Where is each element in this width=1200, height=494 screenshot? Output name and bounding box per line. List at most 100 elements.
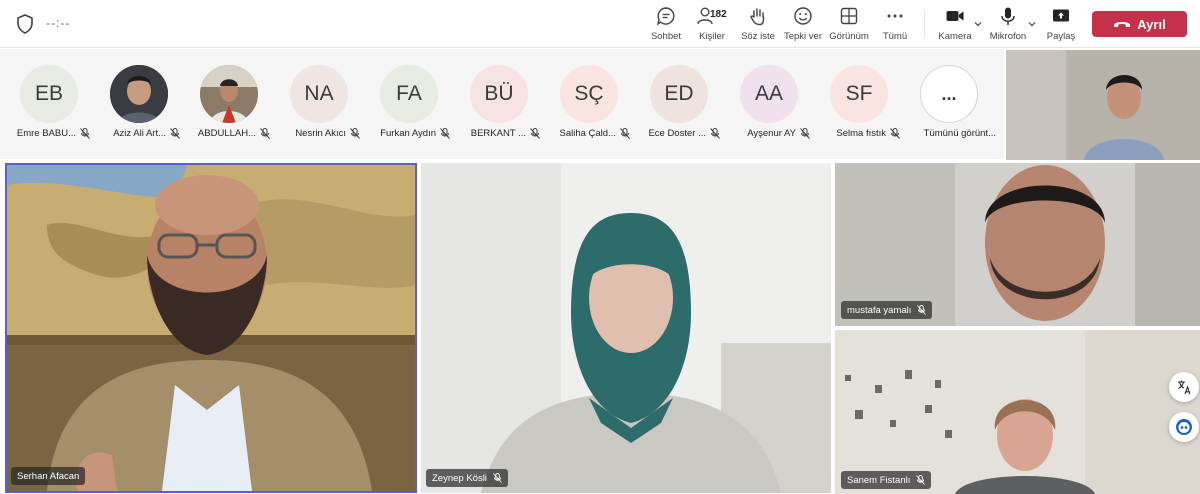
mic-off-icon bbox=[260, 128, 270, 139]
avatar: AA bbox=[740, 65, 798, 123]
participant-item[interactable]: ED Ece Doster ... bbox=[634, 63, 724, 153]
translate-icon bbox=[1178, 380, 1191, 395]
mic-off-icon bbox=[800, 128, 810, 139]
participants-strip: EB Emre BABU... Aziz Ali Art... ABDULLAH… bbox=[0, 49, 1004, 159]
assistant-bot-icon bbox=[1176, 419, 1192, 435]
mic-off-icon bbox=[80, 128, 90, 139]
chat-label: Sohbet bbox=[650, 31, 682, 42]
view-label: Görünüm bbox=[829, 31, 869, 42]
participant-name: ABDULLAH... bbox=[197, 128, 256, 139]
participant-item[interactable]: BÜ BERKANT ... bbox=[454, 63, 544, 153]
hang-up-icon bbox=[1114, 22, 1131, 27]
participant-name: Saliha Çald... bbox=[559, 128, 616, 139]
participant-item[interactable]: SÇ Saliha Çald... bbox=[544, 63, 634, 153]
avatar: EB bbox=[20, 65, 78, 123]
microphone-icon bbox=[1001, 7, 1015, 25]
mic-off-icon bbox=[916, 475, 926, 485]
participant-name: Furkan Aydın bbox=[380, 128, 436, 139]
view-all-label: Tümünü görünt... bbox=[923, 128, 996, 139]
share-screen-icon bbox=[1053, 9, 1069, 22]
camera-label: Kamera bbox=[938, 31, 972, 42]
participant-item[interactable]: AA Ayşenur AY bbox=[724, 63, 814, 153]
participant-item[interactable]: ABDULLAH... bbox=[184, 63, 274, 153]
mic-off-icon bbox=[493, 473, 502, 483]
avatar: FA bbox=[380, 65, 438, 123]
self-video-feed bbox=[1006, 50, 1200, 160]
participant-name: Serhan Afacan bbox=[17, 470, 80, 482]
participant-name: Zeynep Kösli bbox=[432, 472, 487, 484]
participant-video-feed bbox=[835, 330, 1200, 494]
avatar bbox=[110, 65, 168, 123]
avatar: NA bbox=[290, 65, 348, 123]
people-count: 182 bbox=[710, 9, 727, 20]
participant-item[interactable]: Aziz Ali Art... bbox=[94, 63, 184, 153]
participant-name: Nesrin Akıcı bbox=[295, 128, 346, 139]
raise-hand-button[interactable]: Söz iste bbox=[740, 6, 776, 44]
camera-button[interactable]: Kamera bbox=[936, 6, 974, 44]
mic-off-icon bbox=[350, 128, 360, 139]
translate-button[interactable] bbox=[1169, 372, 1199, 402]
microphone-options-chevron-icon[interactable] bbox=[1027, 19, 1037, 29]
leave-label: Ayrıl bbox=[1137, 16, 1166, 32]
share-label: Paylaş bbox=[1046, 31, 1076, 42]
grid-icon bbox=[840, 7, 858, 25]
view-button[interactable]: Görünüm bbox=[828, 6, 870, 44]
microphone-button[interactable]: Mikrofon bbox=[988, 6, 1028, 44]
mic-off-icon bbox=[620, 128, 630, 139]
mic-off-icon bbox=[170, 128, 180, 139]
mic-off-icon bbox=[710, 128, 720, 139]
avatar bbox=[200, 65, 258, 123]
mic-off-icon bbox=[890, 128, 900, 139]
toolbar-divider bbox=[924, 10, 925, 38]
meeting-toolbar: --:-- Sohbet 182 Kişiler Söz iste Tepki … bbox=[0, 0, 1200, 48]
react-label: Tepki ver bbox=[783, 31, 822, 42]
tile-name-label: Zeynep Kösli bbox=[426, 469, 508, 487]
participant-name: Sanem Fistanlı bbox=[847, 474, 911, 486]
participant-name: Aziz Ali Art... bbox=[113, 128, 166, 139]
participant-name: Ayşenur AY bbox=[747, 128, 796, 139]
video-tile[interactable]: mustafa yamalı bbox=[835, 163, 1200, 326]
self-video-tile[interactable] bbox=[1006, 50, 1200, 160]
avatar: BÜ bbox=[470, 65, 528, 123]
participant-item[interactable]: SF Selma fıstık bbox=[814, 63, 904, 153]
more-button[interactable]: Tümü bbox=[878, 6, 912, 44]
tile-name-label: Sanem Fistanlı bbox=[841, 471, 932, 489]
mic-off-icon bbox=[917, 305, 927, 315]
camera-icon bbox=[946, 11, 964, 21]
share-button[interactable]: Paylaş bbox=[1044, 6, 1078, 44]
participant-name: Emre BABU... bbox=[16, 128, 76, 139]
smiley-icon bbox=[794, 7, 812, 25]
participant-name: mustafa yamalı bbox=[847, 304, 912, 316]
react-button[interactable]: Tepki ver bbox=[782, 6, 824, 44]
more-participants-icon: ... bbox=[920, 65, 978, 123]
camera-options-chevron-icon[interactable] bbox=[973, 19, 983, 29]
people-button[interactable]: 182 Kişiler bbox=[692, 6, 732, 44]
raise-hand-label: Söz iste bbox=[741, 31, 775, 42]
more-label: Tümü bbox=[882, 31, 908, 42]
copilot-button[interactable] bbox=[1169, 412, 1199, 442]
leave-button[interactable]: Ayrıl bbox=[1092, 11, 1187, 37]
video-tile-active-speaker[interactable]: Serhan Afacan bbox=[5, 163, 417, 493]
mic-off-icon bbox=[440, 128, 450, 139]
avatar: SÇ bbox=[560, 65, 618, 123]
people-label: Kişiler bbox=[699, 31, 725, 42]
participant-video-feed bbox=[421, 163, 831, 493]
chat-icon bbox=[656, 7, 675, 26]
shield-icon bbox=[17, 14, 33, 34]
participant-name: BERKANT ... bbox=[470, 128, 526, 139]
participant-item[interactable]: NA Nesrin Akıcı bbox=[274, 63, 364, 153]
hand-icon bbox=[750, 8, 765, 26]
tile-name-label: mustafa yamalı bbox=[841, 301, 933, 319]
view-all-participants-button[interactable]: ... Tümünü görünt... bbox=[904, 63, 1000, 153]
video-tile[interactable]: Zeynep Kösli bbox=[421, 163, 831, 493]
microphone-label: Mikrofon bbox=[989, 31, 1027, 42]
video-tile[interactable]: Sanem Fistanlı bbox=[835, 330, 1200, 494]
participant-item[interactable]: EB Emre BABU... bbox=[4, 63, 94, 153]
participant-item[interactable]: FA Furkan Aydın bbox=[364, 63, 454, 153]
speaker-video-feed bbox=[7, 165, 415, 491]
participant-name: Selma fıstık bbox=[836, 128, 886, 139]
chat-button[interactable]: Sohbet bbox=[648, 6, 684, 44]
meeting-timer: --:-- bbox=[46, 16, 71, 30]
profile-photo bbox=[200, 65, 258, 123]
avatar: ED bbox=[650, 65, 708, 123]
